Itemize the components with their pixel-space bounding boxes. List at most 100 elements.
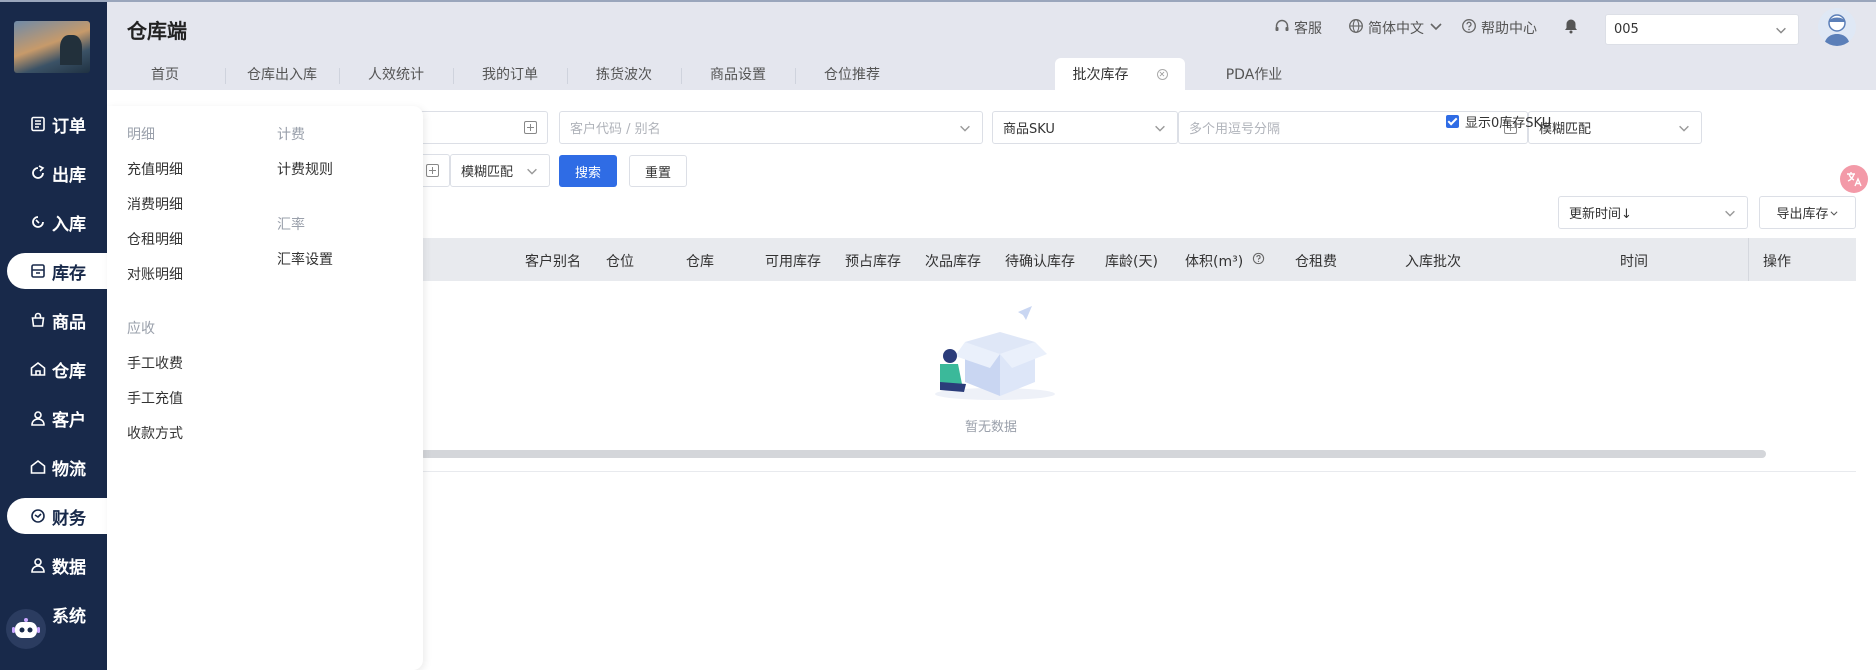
help-center-link[interactable]: 帮助中心 [1461,18,1537,38]
finance-submenu: 明细 充值明细 消费明细 仓租明细 对账明细 计费 计费规则 汇率 汇率设置 应… [107,106,423,670]
sidebar-item-label: 数据 [52,557,86,578]
menu-group-title: 汇率 [277,217,305,233]
chevron-down-icon [1830,210,1837,216]
menu-group-title: 计费 [277,127,305,143]
export-label: 导出库存 [1776,207,1829,222]
tab-product-settings[interactable]: 商品设置 [683,58,793,90]
column-header: 时间 [1620,254,1648,270]
sidebar-item-data[interactable]: 数据 [0,547,107,583]
menu-item-billing-rules[interactable]: 计费规则 [277,159,333,179]
translate-float-icon[interactable] [1840,165,1868,193]
reset-button[interactable]: 重置 [629,155,687,187]
menu-item-reconciliation-detail[interactable]: 对账明细 [127,264,183,284]
sidebar-item-label: 商品 [52,312,86,333]
order-icon [30,116,46,132]
match-mode-select-2[interactable]: 模糊匹配 [450,154,550,187]
sku-type-value: 商品SKU [1003,122,1055,137]
sort-select[interactable]: 更新时间↓ [1558,196,1748,229]
tab-my-orders[interactable]: 我的订单 [455,58,565,90]
menu-item-payment-method[interactable]: 收款方式 [127,423,183,443]
checkbox-checked-icon[interactable] [1446,115,1459,128]
sidebar-item-label: 出库 [52,165,86,186]
top-accent-line [0,0,1876,2]
tab-divider [681,68,682,84]
close-icon[interactable]: ✕ [1156,68,1168,80]
column-header: 仓位 [606,254,634,270]
tab-warehouse-io[interactable]: 仓库出入库 [227,58,337,90]
customer-select[interactable]: 客户代码 / 别名 [559,111,983,144]
tab-bar: 首页 仓库出入库 人效统计 我的订单 拣货波次 商品设置 仓位推荐 批次库存 ✕… [107,50,1876,90]
sidebar-item-inbound[interactable]: 入库 [0,204,107,240]
chevron-down-icon [1725,210,1735,217]
tab-location-recommend[interactable]: 仓位推荐 [797,58,907,90]
topbar: 仓库端 客服 简体中文 帮助中心 005 [107,0,1876,50]
column-header: 入库批次 [1405,254,1461,270]
sku-type-select[interactable]: 商品SKU [992,111,1178,144]
menu-group-title: 明细 [127,127,155,143]
column-header: 待确认库存 [1005,254,1075,270]
user-select-value: 005 [1614,22,1639,37]
inventory-icon [30,263,46,279]
menu-item-manual-recharge[interactable]: 手工充值 [127,388,183,408]
customer-service-link[interactable]: 客服 [1274,18,1322,38]
sidebar-item-finance[interactable]: 财务 [7,498,107,534]
match-mode-select[interactable]: 模糊匹配 [1528,111,1702,144]
tab-divider [795,68,796,84]
user-select[interactable]: 005 [1605,14,1799,45]
menu-item-consumption-detail[interactable]: 消费明细 [127,194,183,214]
sidebar-item-logistics[interactable]: 物流 [0,449,107,485]
tab-home[interactable]: 首页 [107,58,223,90]
menu-item-recharge-detail[interactable]: 充值明细 [127,159,183,179]
data-icon [30,557,46,573]
tab-pda-operation[interactable]: PDA作业 [1199,58,1309,90]
tab-divider [339,68,340,84]
menu-item-exchange-rate-settings[interactable]: 汇率设置 [277,249,333,269]
tab-divider [567,68,568,84]
sidebar-item-customer[interactable]: 客户 [0,400,107,436]
sidebar-item-label: 客户 [52,410,86,431]
tab-batch-inventory[interactable]: 批次库存 ✕ [1055,58,1185,90]
chevron-down-icon [960,125,970,132]
sidebar-item-product[interactable]: 商品 [0,302,107,338]
tab-efficiency-stats[interactable]: 人效统计 [341,58,451,90]
sidebar-item-inventory[interactable]: 库存 [7,253,107,289]
sidebar-item-label: 库存 [52,263,86,284]
avatar[interactable] [1818,8,1856,46]
column-header: 预占库存 [845,254,901,270]
column-header: 客户别名 [525,254,581,270]
outbound-icon [30,165,46,181]
tab-label: 仓位推荐 [824,67,880,83]
export-inventory-button[interactable]: 导出库存 [1759,196,1856,229]
search-button[interactable]: 搜索 [559,155,617,187]
chevron-down-icon [1428,18,1444,38]
sku-multi-placeholder: 多个用逗号分隔 [1189,122,1281,137]
tab-label: 首页 [151,67,179,83]
tab-label: 批次库存 [1072,67,1129,83]
assistant-robot-icon[interactable] [6,609,46,649]
menu-item-rent-detail[interactable]: 仓租明细 [127,229,183,249]
sidebar-item-outbound[interactable]: 出库 [0,155,107,191]
sidebar-item-order[interactable]: 订单 [0,106,107,142]
column-header: 操作 [1763,254,1791,270]
question-circle-icon[interactable] [1252,252,1265,269]
plus-square-icon[interactable] [524,121,537,134]
sidebar-item-warehouse[interactable]: 仓库 [0,351,107,387]
sidebar-item-label: 订单 [52,116,86,137]
horizontal-scrollbar[interactable] [420,450,1766,458]
logistics-icon [30,459,46,475]
chevron-down-icon [1155,125,1165,132]
bell-icon[interactable] [1563,18,1579,38]
sidebar-item-label: 物流 [52,459,86,480]
empty-state-text: 暂无数据 [965,420,1018,435]
tab-label: 商品设置 [710,67,766,83]
show-zero-stock-checkbox[interactable]: 显示0库存SKU [1446,112,1551,131]
menu-item-manual-charge[interactable]: 手工收费 [127,353,183,373]
plus-square-icon[interactable] [426,164,439,177]
tab-label: 我的订单 [482,67,538,83]
finance-icon [30,508,46,524]
operation-column-header: 操作 [1748,238,1856,281]
empty-box-illustration [920,302,1070,402]
language-selector[interactable]: 简体中文 [1348,18,1444,38]
tab-picking-wave[interactable]: 拣货波次 [569,58,679,90]
column-header: 可用库存 [765,254,821,270]
